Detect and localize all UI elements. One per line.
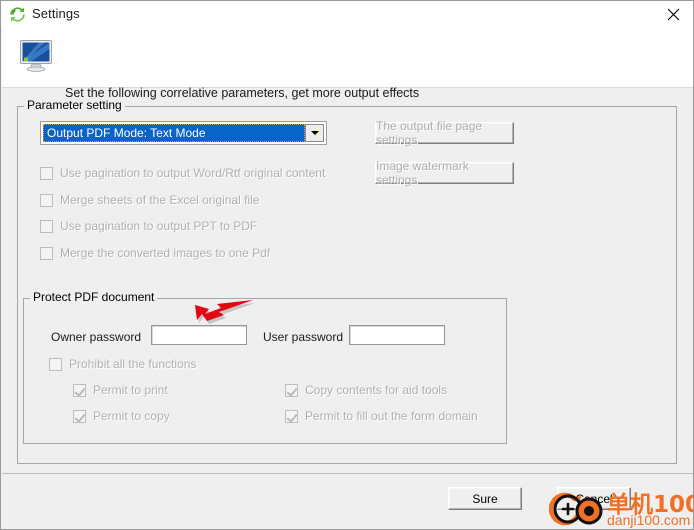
monitor-icon	[17, 39, 55, 73]
checkbox-box	[40, 219, 53, 233]
image-watermark-settings-button[interactable]: Image watermark settings	[375, 159, 514, 187]
cancel-button[interactable]: Cancel	[557, 487, 631, 510]
chevron-down-icon[interactable]	[305, 124, 324, 142]
checkbox-label: Merge sheets of the Excel original file	[60, 193, 260, 207]
checkbox-merge-images-one-pdf[interactable]: Merge the converted images to one Pdf	[40, 246, 270, 260]
checkbox-word-rtf-pagination[interactable]: Use pagination to output Word/Rtf origin…	[40, 166, 325, 180]
checkbox-label: Use pagination to output Word/Rtf origin…	[60, 166, 326, 180]
cancel-button-label: Cancel	[575, 491, 613, 506]
checkbox-merge-excel-sheets[interactable]: Merge sheets of the Excel original file	[40, 193, 259, 207]
window-title: Settings	[32, 6, 80, 21]
checkbox-permit-to-copy[interactable]: Permit to copy	[73, 409, 170, 423]
settings-dialog: Settings Set the following correlative p…	[0, 0, 694, 530]
close-icon[interactable]	[651, 1, 693, 28]
checkbox-box	[40, 246, 53, 260]
sure-button-label: Sure	[472, 491, 498, 506]
protect-group-legend: Protect PDF document	[30, 290, 158, 304]
output-file-page-settings-label: The output file page settings	[376, 119, 483, 147]
checkbox-label: Permit to fill out the form domain	[305, 409, 478, 423]
checkbox-label: Use pagination to output PPT to PDF	[60, 219, 258, 233]
watermark-text-en: danji100.com	[607, 512, 691, 528]
checkbox-ppt-pagination[interactable]: Use pagination to output PPT to PDF	[40, 219, 257, 233]
parameter-group-legend: Parameter setting	[24, 98, 125, 112]
checkbox-box	[40, 166, 53, 180]
checkbox-box	[73, 409, 86, 423]
refresh-convert-icon	[9, 6, 26, 23]
checkbox-box	[73, 383, 86, 397]
output-pdf-mode-combo[interactable]: Output PDF Mode: Text Mode	[40, 121, 327, 145]
owner-password-label: Owner password	[51, 330, 142, 344]
checkbox-permit-to-print[interactable]: Permit to print	[73, 383, 168, 397]
checkbox-label: Merge the converted images to one Pdf	[60, 246, 271, 260]
checkbox-box	[285, 409, 298, 423]
checkbox-box	[285, 383, 298, 397]
checkbox-copy-contents-aid-tools[interactable]: Copy contents for aid tools	[285, 383, 447, 397]
checkbox-label: Permit to copy	[93, 409, 170, 423]
checkbox-label: Copy contents for aid tools	[305, 383, 448, 397]
user-password-input[interactable]	[349, 325, 445, 345]
output-file-page-settings-button[interactable]: The output file page settings	[375, 119, 514, 147]
sure-button[interactable]: Sure	[448, 487, 522, 510]
checkbox-label: Permit to print	[93, 383, 168, 397]
checkbox-permit-fill-form-domain[interactable]: Permit to fill out the form domain	[285, 409, 478, 423]
owner-password-input[interactable]	[151, 325, 247, 345]
checkbox-box	[49, 357, 62, 371]
title-bar: Settings	[1, 1, 693, 28]
image-watermark-settings-label: Image watermark settings	[376, 159, 469, 187]
checkbox-box	[40, 193, 53, 207]
combo-selected-text: Output PDF Mode: Text Mode	[47, 126, 206, 140]
header-band: Set the following correlative parameters…	[2, 28, 693, 100]
checkbox-label: Prohibit all the functions	[69, 357, 197, 371]
footer-separator	[2, 473, 693, 474]
user-password-label: User password	[263, 330, 344, 344]
combo-selected-field[interactable]: Output PDF Mode: Text Mode	[43, 124, 305, 142]
checkbox-prohibit-all-functions[interactable]: Prohibit all the functions	[49, 357, 196, 371]
